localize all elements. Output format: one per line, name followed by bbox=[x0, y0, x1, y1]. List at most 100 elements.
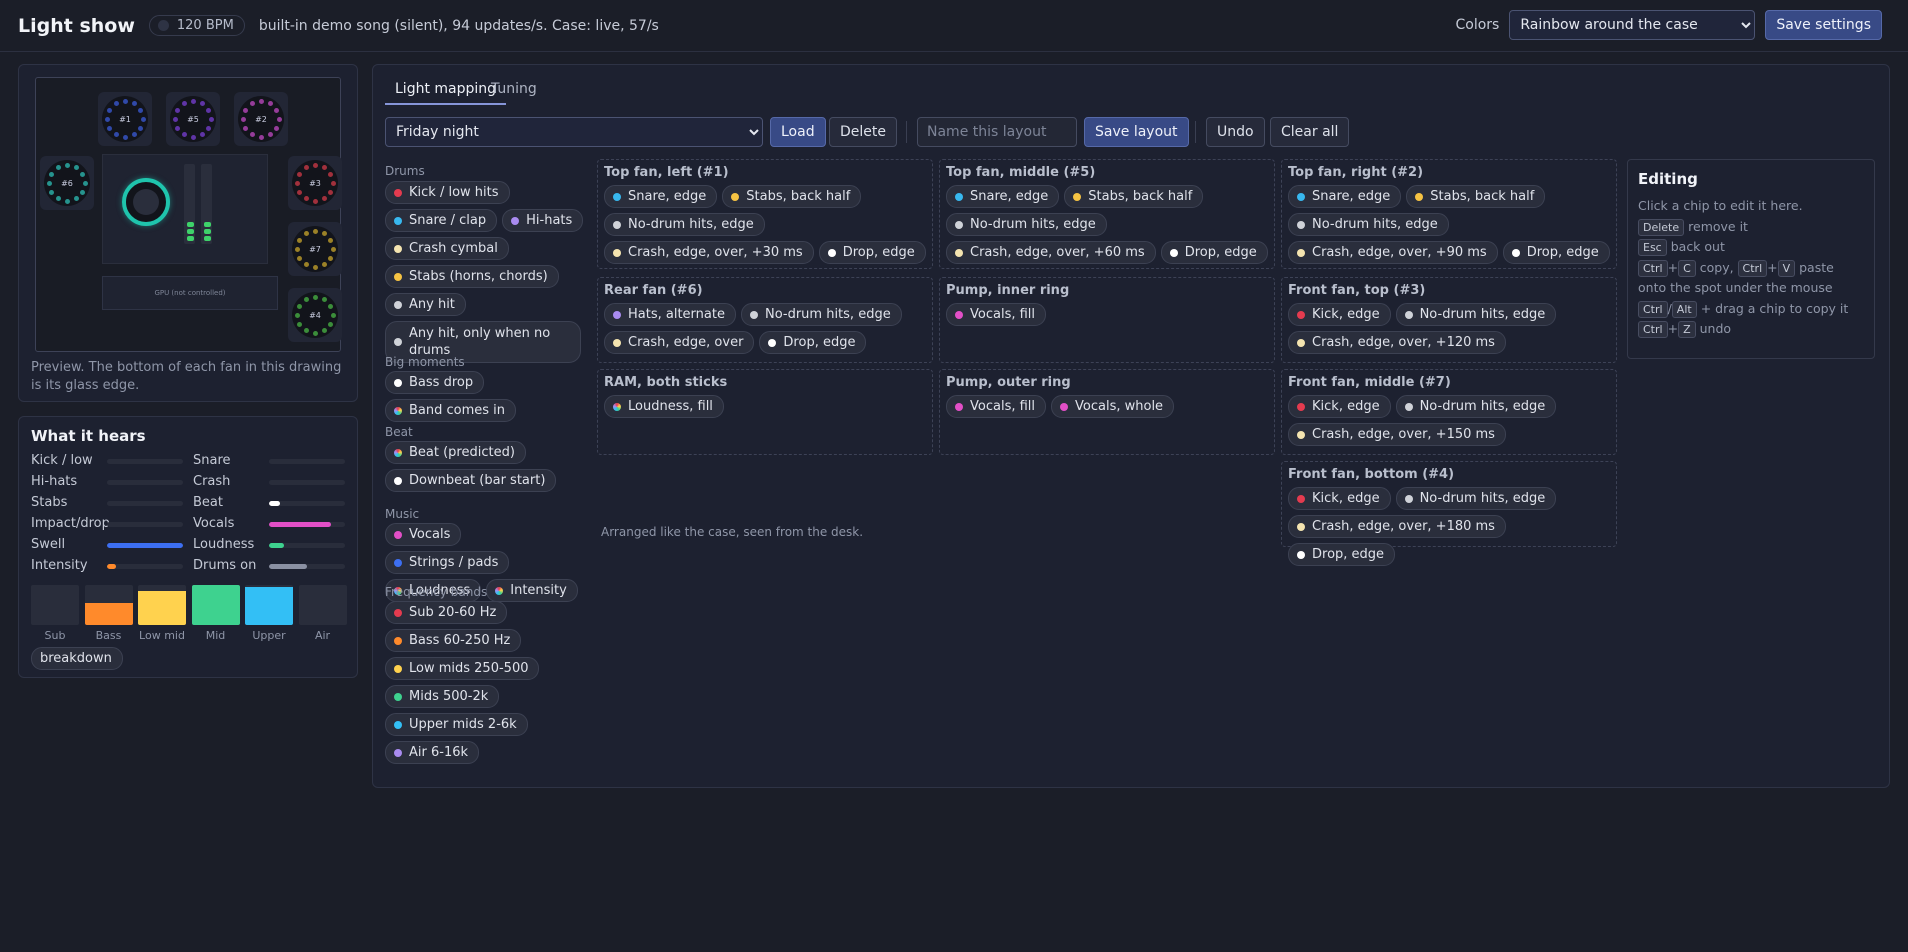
save-settings-button[interactable]: Save settings bbox=[1765, 10, 1882, 40]
mapping-chip[interactable]: Drop, edge bbox=[818, 241, 926, 264]
slot-top-fan-left-1[interactable]: Top fan, left (#1) Snare, edge Stabs, back… bbox=[597, 159, 933, 269]
breakdown-chip[interactable]: breakdown bbox=[31, 647, 123, 670]
plus-sign: + bbox=[1767, 259, 1778, 275]
slot-pump-inner-ring[interactable]: Pump, inner ring Vocals, fill bbox=[939, 277, 1275, 363]
mapping-chip[interactable]: Loudness, fill bbox=[604, 395, 724, 418]
save-layout-button[interactable]: Save layout bbox=[1084, 117, 1189, 147]
preview-caption: Preview. The bottom of each fan in this … bbox=[31, 360, 342, 393]
layout-select[interactable]: Friday night bbox=[385, 117, 763, 147]
mapping-chip[interactable]: Snare, edge bbox=[1288, 185, 1402, 208]
mapping-chip[interactable]: Vocals, fill bbox=[946, 303, 1047, 326]
chip-label: Drop, edge bbox=[842, 245, 915, 260]
chip-label: Vocals, fill bbox=[970, 399, 1036, 414]
chip-color-dot bbox=[394, 558, 402, 567]
palette-chip[interactable]: Upper mids 2-6k bbox=[385, 713, 528, 736]
mapping-chip[interactable]: Snare, edge bbox=[946, 185, 1060, 208]
load-button[interactable]: Load bbox=[770, 117, 826, 147]
slot-pump-outer-ring[interactable]: Pump, outer ring Vocals, fill Vocals, whol… bbox=[939, 369, 1275, 455]
mapping-chip[interactable]: Crash, edge, over, +30 ms bbox=[604, 241, 814, 264]
chip-label: Snare, edge bbox=[1312, 189, 1391, 204]
mapping-chip[interactable]: Snare, edge bbox=[604, 185, 718, 208]
mapping-chip[interactable]: No-drum hits, edge bbox=[1288, 213, 1449, 236]
mapping-chip[interactable]: Crash, edge, over, +60 ms bbox=[946, 241, 1156, 264]
chip-label: Low mids 250-500 bbox=[409, 661, 529, 676]
slot-front-fan-bottom-4[interactable]: Front fan, bottom (#4) Kick, edge No-drum … bbox=[1281, 461, 1617, 566]
chip-label: No-drum hits, edge bbox=[1312, 217, 1438, 232]
palette-chip[interactable]: Beat (predicted) bbox=[385, 441, 526, 464]
slot-ram-both-sticks[interactable]: RAM, both sticks Loudness, fill bbox=[597, 369, 933, 455]
meter-bar bbox=[107, 501, 183, 506]
meter-bar bbox=[107, 459, 183, 464]
mapping-chip[interactable]: Stabs, back half bbox=[1064, 185, 1204, 208]
mapping-chip[interactable]: No-drum hits, edge bbox=[1395, 395, 1557, 418]
palette-section-title: Big moments bbox=[385, 355, 465, 369]
palette-chip[interactable]: Low mids 250-500 bbox=[385, 657, 540, 680]
meter-fill bbox=[269, 501, 280, 506]
palette-chip[interactable]: Band comes in bbox=[385, 399, 517, 422]
slot-top-fan-right-2[interactable]: Top fan, right (#2) Snare, edge Stabs, bac… bbox=[1281, 159, 1617, 269]
chip-color-dot bbox=[613, 338, 621, 347]
chip-label: Kick, edge bbox=[1312, 399, 1380, 414]
fan-2: #2 bbox=[234, 92, 288, 146]
mapping-chip[interactable]: Drop, edge bbox=[759, 331, 867, 354]
colors-select[interactable]: Rainbow around the case bbox=[1509, 10, 1756, 40]
editing-intro: Click a chip to edit it here. bbox=[1638, 198, 1803, 213]
palette-chip[interactable]: Vocals bbox=[385, 523, 462, 546]
band-fill bbox=[191, 585, 240, 625]
layout-name-input[interactable] bbox=[917, 117, 1077, 147]
mapping-chip[interactable]: No-drum hits, edge bbox=[1395, 303, 1557, 326]
mapping-chip[interactable]: No-drum hits, edge bbox=[1395, 487, 1557, 510]
palette-chip[interactable]: Any hit bbox=[385, 293, 466, 316]
mapping-chip[interactable]: Kick, edge bbox=[1288, 395, 1391, 418]
chip-label: Snare, edge bbox=[970, 189, 1049, 204]
palette-chip[interactable]: Mids 500-2k bbox=[385, 685, 500, 708]
palette-chip[interactable]: Strings / pads bbox=[385, 551, 510, 574]
palette-chip[interactable]: Sub 20-60 Hz bbox=[385, 601, 508, 624]
ram-led bbox=[187, 236, 194, 241]
palette-chip[interactable]: Air 6-16k bbox=[385, 741, 480, 764]
mapping-chip[interactable]: Drop, edge bbox=[1160, 241, 1268, 264]
mapping-chip[interactable]: No-drum hits, edge bbox=[604, 213, 765, 236]
mapping-chip[interactable]: Drop, edge bbox=[1502, 241, 1610, 264]
help-delete-text: remove it bbox=[1688, 218, 1748, 234]
mapping-chip[interactable]: Vocals, fill bbox=[946, 395, 1047, 418]
chip-label: Crash, edge, over, +60 ms bbox=[970, 245, 1145, 260]
slot-top-fan-middle-5[interactable]: Top fan, middle (#5) Snare, edge Stabs, ba… bbox=[939, 159, 1275, 269]
palette-chip[interactable]: Kick / low hits bbox=[385, 181, 510, 204]
mapping-chip[interactable]: Stabs, back half bbox=[722, 185, 862, 208]
chip-label: Crash cymbal bbox=[409, 241, 498, 256]
palette-chip[interactable]: Bass 60-250 Hz bbox=[385, 629, 522, 652]
slot-rear-fan-6[interactable]: Rear fan (#6) Hats, alternate No-drum hits… bbox=[597, 277, 933, 363]
palette-chip[interactable]: Intensity bbox=[486, 579, 578, 602]
palette-chip[interactable]: Hi-hats bbox=[502, 209, 584, 232]
tab-tuning[interactable]: Tuning bbox=[481, 75, 547, 103]
key-alt: Alt bbox=[1671, 300, 1697, 318]
undo-button[interactable]: Undo bbox=[1206, 117, 1265, 147]
mapping-chip[interactable]: Drop, edge bbox=[1288, 543, 1396, 566]
hears-title: What it hears bbox=[31, 427, 146, 445]
mapping-chip[interactable]: No-drum hits, edge bbox=[740, 303, 902, 326]
mapping-chip[interactable]: No-drum hits, edge bbox=[946, 213, 1107, 236]
mapping-chip[interactable]: Vocals, whole bbox=[1051, 395, 1175, 418]
mapping-chip[interactable]: Stabs, back half bbox=[1406, 185, 1546, 208]
slot-front-fan-middle-7[interactable]: Front fan, middle (#7) Kick, edge No-drum … bbox=[1281, 369, 1617, 455]
mapping-chip[interactable]: Kick, edge bbox=[1288, 487, 1391, 510]
mapping-chip[interactable]: Crash, edge, over, +90 ms bbox=[1288, 241, 1498, 264]
mapping-chip[interactable]: Crash, edge, over, +150 ms bbox=[1288, 423, 1506, 446]
palette-chip[interactable]: Snare / clap bbox=[385, 209, 498, 232]
mapping-chip[interactable]: Crash, edge, over bbox=[604, 331, 755, 354]
delete-layout-button[interactable]: Delete bbox=[829, 117, 897, 147]
mapping-chip[interactable]: Crash, edge, over, +120 ms bbox=[1288, 331, 1506, 354]
meter-intensity: Intensity bbox=[31, 558, 183, 573]
palette-chip[interactable]: Downbeat (bar start) bbox=[385, 469, 557, 492]
chip-color-dot bbox=[1297, 430, 1305, 439]
palette-chip[interactable]: Stabs (horns, chords) bbox=[385, 265, 559, 288]
palette-chip[interactable]: Crash cymbal bbox=[385, 237, 509, 260]
clear-all-button[interactable]: Clear all bbox=[1270, 117, 1350, 147]
mapping-chip[interactable]: Hats, alternate bbox=[604, 303, 736, 326]
meter-label: Crash bbox=[193, 474, 231, 489]
mapping-chip[interactable]: Kick, edge bbox=[1288, 303, 1391, 326]
slot-front-fan-top-3[interactable]: Front fan, top (#3) Kick, edge No-drum hit… bbox=[1281, 277, 1617, 363]
mapping-chip[interactable]: Crash, edge, over, +180 ms bbox=[1288, 515, 1506, 538]
palette-chip[interactable]: Bass drop bbox=[385, 371, 485, 394]
